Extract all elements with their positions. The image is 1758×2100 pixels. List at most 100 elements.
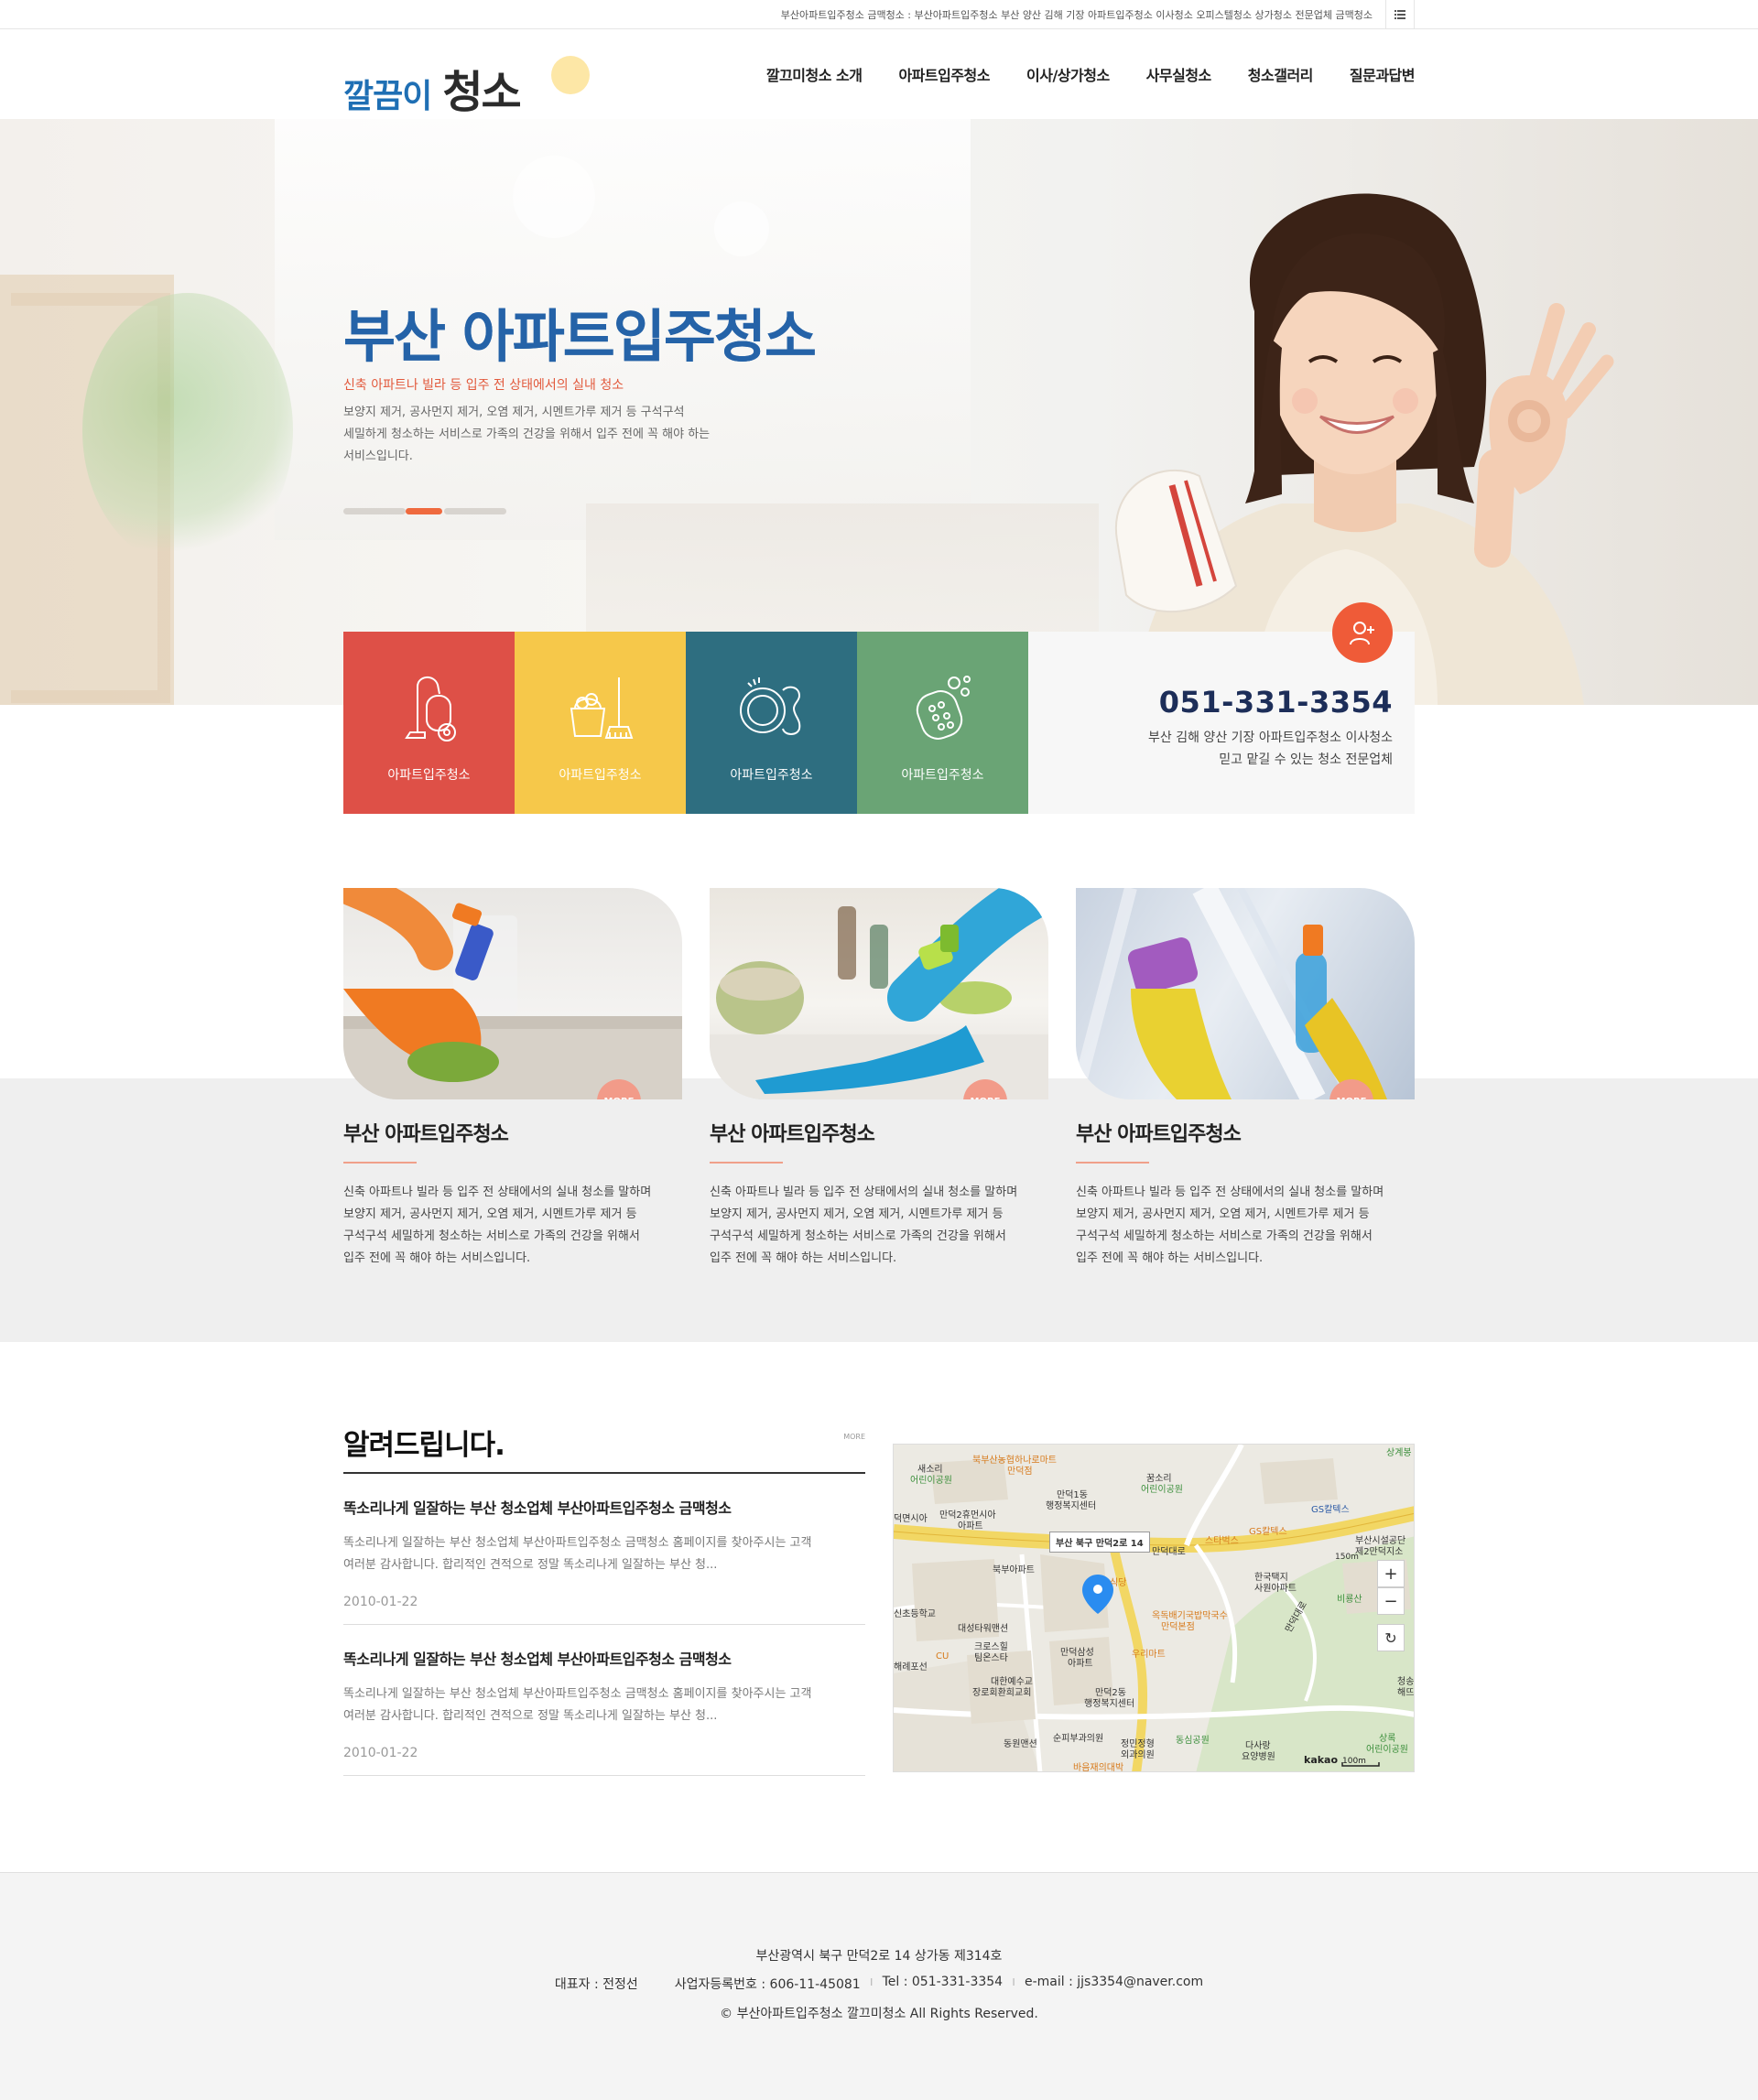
notice-post[interactable]: 똑소리나게 일잘하는 부산 청소업체 부산아파트입주청소 금맥청소 똑소리나게 …	[343, 1474, 865, 1625]
card-image-window-cleaning[interactable]: MORE	[1076, 888, 1415, 1099]
map-label: 동심공원	[1176, 1736, 1210, 1746]
post-excerpt-line: 똑소리나게 일잘하는 부산 청소업체 부산아파트입주청소 금맥청소 홈페이지를 …	[343, 1536, 812, 1550]
logo-text-secondary: 청소	[442, 67, 521, 118]
map-label: 스타벅스	[1205, 1536, 1239, 1546]
refresh-icon: ↻	[1384, 1629, 1397, 1647]
map-label: 우리마트	[1132, 1650, 1166, 1660]
footer-separator: ı	[869, 1975, 874, 1989]
footer-ceo: 대표자 : 전정선	[554, 1977, 638, 1992]
card-description-line: 구석구석 세밀하게 청소하는 서비스로 가족의 건강을 위해서	[1076, 1229, 1373, 1243]
nav-item-office[interactable]: 사무실청소	[1146, 63, 1212, 85]
nav-item-moving[interactable]: 이사/상가청소	[1026, 63, 1110, 85]
footer-info-row: 대표자 : 전정선 사업자등록번호 : 606-11-45081 ı Tel :…	[0, 1975, 1758, 1993]
hero-description-line: 세밀하게 청소하는 서비스로 가족의 건강을 위해서 입주 전에 꼭 해야 하는	[343, 428, 711, 441]
map-label: 팀온스타	[974, 1653, 1008, 1663]
map-brand-logo: kakao	[1304, 1754, 1339, 1766]
user-plus-icon	[1350, 622, 1374, 645]
post-excerpt-line: 여러분 감사합니다. 합리적인 견적으로 정말 똑소리나게 일잘하는 부산 청.…	[343, 1558, 718, 1572]
notice-post[interactable]: 똑소리나게 일잘하는 부산 청소업체 부산아파트입주청소 금맥청소 똑소리나게 …	[343, 1625, 865, 1776]
footer-separator: ı	[1012, 1975, 1015, 1989]
map-label: 만덕본점	[1161, 1622, 1195, 1632]
top-bar: 부산아파트입주청소 금맥청소 : 부산아파트입주청소 부산 양산 김해 기장 아…	[0, 0, 1758, 29]
nav-item-qna[interactable]: 질문과답변	[1350, 63, 1416, 85]
contact-button[interactable]	[1332, 602, 1393, 663]
map-marker-tooltip: 부산 북구 만덕2로 14	[1049, 1532, 1150, 1553]
map-label: 사원아파트	[1254, 1584, 1297, 1594]
service-tile-dishes[interactable]: 아파트입주청소	[686, 632, 857, 814]
map-reset-button[interactable]: ↻	[1377, 1624, 1405, 1651]
post-excerpt: 똑소리나게 일잘하는 부산 청소업체 부산아파트입주청소 금맥청소 홈페이지를 …	[343, 1532, 865, 1576]
nav-item-gallery[interactable]: 청소갤러리	[1248, 63, 1314, 85]
site-footer: 부산광역시 북구 만덕2로 14 상가동 제314호 대표자 : 전정선 사업자…	[0, 1872, 1758, 2100]
service-tile-label: 아파트입주청소	[387, 768, 471, 783]
nav-item-about[interactable]: 깔끄미청소 소개	[766, 63, 863, 85]
map-label: 장로회환희교회	[972, 1688, 1032, 1698]
map-label: 대성타워맨션	[958, 1624, 1009, 1634]
service-tile-vacuum[interactable]: 아파트입주청소	[343, 632, 515, 814]
map-label: 덕면시아	[894, 1514, 928, 1524]
hero-background-plant	[82, 293, 293, 568]
footer-tel: Tel : 051-331-3354	[882, 1975, 1004, 1989]
card-description-line: 입주 전에 꼭 해야 하는 서비스입니다.	[343, 1251, 531, 1265]
service-card: MORE 부산 아파트입주청소 신축 아파트나 빌라 등 입주 전 상태에서의 …	[710, 888, 1048, 1270]
map-label: 동원맨션	[1004, 1739, 1037, 1749]
service-tile-label: 아파트입주청소	[730, 768, 813, 783]
hero-background-light	[513, 156, 595, 238]
slider-dot[interactable]	[444, 508, 506, 514]
map-label: 어린이공원	[910, 1476, 952, 1486]
card-description-line: 구석구석 세밀하게 청소하는 서비스로 가족의 건강을 위해서	[710, 1229, 1006, 1243]
map-label: 제2만덕지소	[1355, 1547, 1404, 1557]
map-label: 상계봉	[1386, 1448, 1412, 1458]
map-label: 해례포선	[894, 1662, 928, 1672]
footer-email: e-mail : jjs3354@naver.com	[1024, 1975, 1204, 1989]
site-description: 부산아파트입주청소 금맥청소 : 부산아파트입주청소 부산 양산 김해 기장 아…	[780, 9, 1373, 21]
card-divider	[710, 1162, 783, 1164]
service-tile-label: 아파트입주청소	[901, 768, 984, 783]
card-description: 신축 아파트나 빌라 등 입주 전 상태에서의 실내 청소를 말하며 보양지 제…	[1076, 1182, 1410, 1270]
location-map[interactable]: 새소리 어린이공원 북부산농협하나로마트 만덕점 꿈소리 어린이공원 상계봉 만…	[893, 1444, 1415, 1772]
slider-dot[interactable]	[343, 508, 406, 514]
card-description-line: 신축 아파트나 빌라 등 입주 전 상태에서의 실내 청소를 말하며	[1076, 1185, 1384, 1199]
nav-item-apartment[interactable]: 아파트입주청소	[898, 63, 990, 85]
map-label: 아파트	[958, 1521, 983, 1532]
post-excerpt-line: 여러분 감사합니다. 합리적인 견적으로 정말 똑소리나게 일잘하는 부산 청.…	[343, 1709, 718, 1723]
hero-banner: 부산 아파트입주청소 신축 아파트나 빌라 등 입주 전 상태에서의 실내 청소…	[0, 119, 1758, 705]
map-label: 아파트	[1068, 1659, 1093, 1669]
service-card: MORE 부산 아파트입주청소 신축 아파트나 빌라 등 입주 전 상태에서의 …	[343, 888, 682, 1270]
slider-dot-active[interactable]	[406, 508, 442, 514]
card-image-counter-cleaning[interactable]: MORE	[710, 888, 1048, 1099]
slider-pagination	[343, 508, 506, 514]
hero-subtitle: 신축 아파트나 빌라 등 입주 전 상태에서의 실내 청소	[343, 378, 624, 393]
logo[interactable]: 깔끔이 청소	[343, 47, 590, 118]
post-title: 똑소리나게 일잘하는 부산 청소업체 부산아파트입주청소 금맥청소	[343, 1651, 732, 1668]
post-excerpt: 똑소리나게 일잘하는 부산 청소업체 부산아파트입주청소 금맥청소 홈페이지를 …	[343, 1683, 865, 1727]
map-label: 해뜨	[1397, 1688, 1415, 1698]
menu-button[interactable]	[1385, 0, 1415, 29]
map-label: 행정복지센터	[1046, 1501, 1097, 1511]
contact-info-box: 051-331-3354 부산 김해 양산 기장 아파트입주청소 이사청소 믿고…	[1028, 602, 1415, 814]
list-icon	[1394, 10, 1405, 19]
map-label: 순피부과의원	[1053, 1734, 1104, 1744]
card-description: 신축 아파트나 빌라 등 입주 전 상태에서의 실내 청소를 말하며 보양지 제…	[710, 1182, 1044, 1270]
map-scale-label: 150m	[1335, 1553, 1359, 1562]
card-title: 부산 아파트입주청소	[1076, 1123, 1242, 1146]
notice-board: 알려드립니다. MORE 똑소리나게 일잘하는 부산 청소업체 부산아파트입주청…	[343, 1422, 865, 1776]
zoom-out-button[interactable]: −	[1377, 1587, 1405, 1615]
service-tile-bucket[interactable]: 아파트입주청소	[515, 632, 686, 814]
map-label: 만덕점	[1007, 1467, 1033, 1477]
post-date: 2010-01-22	[343, 1746, 418, 1760]
main-nav: 깔끄미청소 소개 아파트입주청소 이사/상가청소 사무실청소 청소갤러리 질문과…	[766, 63, 1416, 85]
notice-more-link[interactable]: MORE	[843, 1433, 865, 1441]
card-image-table-cleaning[interactable]: MORE	[343, 888, 682, 1099]
zoom-in-button[interactable]: +	[1377, 1560, 1405, 1587]
card-divider	[1076, 1162, 1149, 1164]
map-label: 식당	[1110, 1578, 1127, 1588]
map-label: 만덕대로	[1152, 1547, 1186, 1557]
hero-description-line: 보양지 제거, 공사먼지 제거, 오염 제거, 시멘트가루 제거 등 구석구석	[343, 406, 685, 419]
service-tile-sponge[interactable]: 아파트입주청소	[857, 632, 1028, 814]
sponge-plate-icon	[739, 677, 800, 735]
hero-description: 보양지 제거, 공사먼지 제거, 오염 제거, 시멘트가루 제거 등 구석구석 …	[343, 402, 774, 468]
logo-text-primary: 깔끔이	[343, 78, 432, 115]
service-box: 아파트입주청소 아파트입주청소 아파트입주청소 아파트입주청소 051-331-…	[343, 602, 1415, 814]
notice-header: 알려드립니다. MORE	[343, 1422, 865, 1474]
